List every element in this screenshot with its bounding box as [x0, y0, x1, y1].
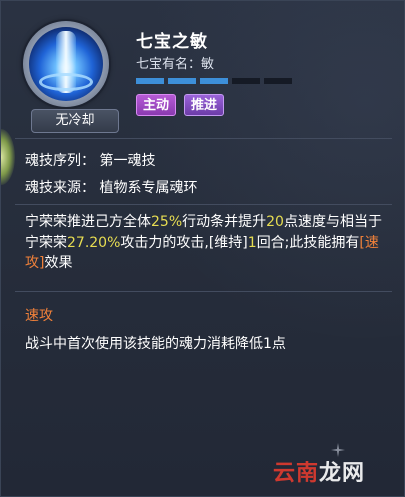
tag-active: 主动 [136, 94, 177, 116]
skill-source: 魂技来源： 植物系专属魂环 [25, 180, 198, 196]
skill-tooltip-panel: 无冷却 七宝之敏 七宝有名：敏 主动 推进 魂技序列： 第一魂技 魂技来源： 植… [0, 0, 405, 497]
skill-tags: 主动 推进 [136, 94, 225, 116]
skill-icon [23, 21, 109, 107]
divider [15, 204, 392, 205]
desc-text: 行动条并提升 [182, 214, 267, 230]
desc-text: 宁荣荣推进己方全体 [25, 214, 151, 230]
owner-label: 七宝有名：敏 [136, 57, 215, 72]
level-segment [168, 78, 196, 84]
divider [15, 291, 392, 292]
desc-value: 20 [266, 214, 284, 230]
effect-description: 战斗中首次使用该技能的魂力消耗降低1点 [25, 336, 286, 352]
watermark: 云南龙网 [273, 455, 365, 487]
skill-sequence: 魂技序列： 第一魂技 [25, 153, 156, 169]
watermark-white-text: 龙网 [319, 461, 366, 486]
cooldown-badge: 无冷却 [31, 109, 119, 133]
skill-description: 宁荣荣推进己方全体25%行动条并提升20点速度与相当于宁荣荣27.20%攻击力的… [25, 212, 387, 274]
watermark-red-text: 云南 [273, 461, 320, 486]
tag-push: 推进 [184, 94, 225, 116]
skill-level-bar [136, 78, 292, 84]
level-segment [200, 78, 228, 84]
desc-value: 27.20% [67, 234, 121, 251]
divider [15, 138, 392, 139]
level-segment [136, 78, 164, 84]
desc-text: 攻击力的攻击,[维持] [120, 234, 248, 251]
beam-ring-shape [39, 73, 93, 91]
desc-value: 1 [247, 234, 257, 251]
desc-text: 回合;此技能拥有 [256, 234, 360, 251]
edge-glow-decoration [1, 129, 15, 185]
light-beam-icon [29, 27, 103, 101]
desc-text: 效果 [44, 255, 73, 271]
level-segment [232, 78, 260, 84]
effect-title: 速攻 [25, 308, 53, 324]
desc-value: 25% [151, 214, 183, 230]
level-segment [264, 78, 292, 84]
skill-name: 七宝之敏 [136, 32, 208, 52]
